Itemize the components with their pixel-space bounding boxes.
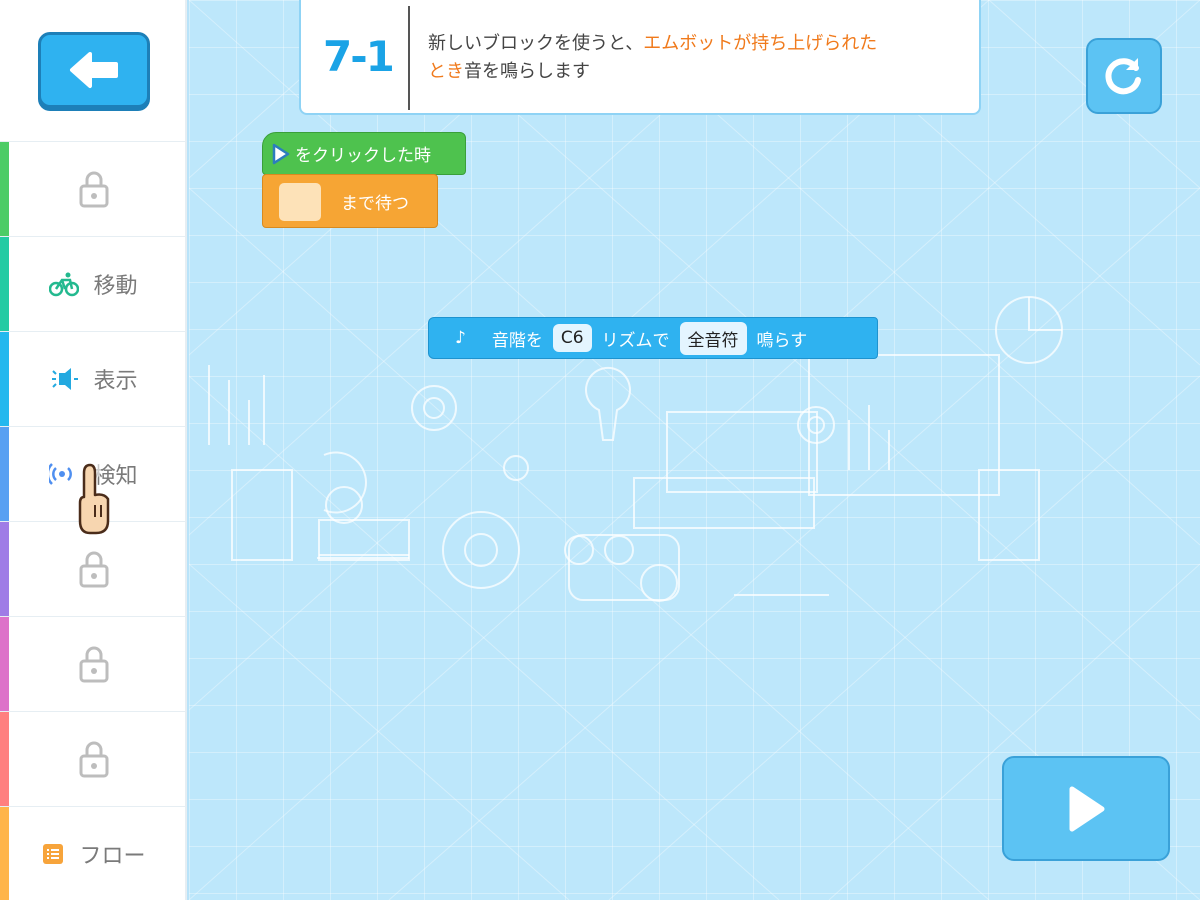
pointer-hand-icon [75, 456, 110, 535]
reset-button[interactable] [1086, 38, 1162, 114]
category-label: フロー [79, 844, 146, 869]
play-icon [1069, 786, 1105, 831]
category-label: 表示 [93, 369, 138, 394]
category-display[interactable]: 表示 [0, 331, 187, 426]
category-locked-2 [0, 521, 187, 616]
play-note-block[interactable]: ♪ 音階を C6 リズムで 全音符 鳴らす [428, 317, 878, 359]
lock-icon [79, 171, 108, 208]
bicycle-icon [49, 272, 80, 297]
light-icon [52, 368, 79, 390]
category-label: 移動 [93, 274, 138, 299]
music-note-icon: ♪ [455, 328, 466, 348]
task-text-before: 新しいブロックを使うと、 [428, 33, 644, 54]
category-color-stripe [0, 617, 9, 711]
back-arrow-icon [70, 52, 118, 88]
task-divider [408, 6, 410, 110]
hat-block-label: をクリックした時 [295, 146, 431, 166]
note-input[interactable]: C6 [552, 324, 592, 352]
run-button[interactable] [1002, 756, 1170, 861]
category-color-stripe [0, 427, 9, 521]
lock-icon [79, 551, 108, 588]
wait-until-block[interactable]: まで待つ [262, 174, 438, 228]
task-number: 7-1 [323, 32, 395, 81]
lock-icon [79, 741, 108, 778]
sound-label-play: 鳴らす [756, 330, 808, 351]
sound-label-pitch: 音階を [491, 330, 543, 351]
category-color-stripe [0, 522, 9, 616]
task-text-after: 音を鳴らします [464, 61, 590, 82]
category-color-stripe [0, 142, 9, 236]
category-color-stripe [0, 807, 9, 900]
category-locked-1 [0, 141, 187, 236]
category-locked-3 [0, 616, 187, 711]
condition-slot[interactable] [279, 183, 321, 221]
category-color-stripe [0, 237, 9, 331]
wait-block-label: まで待つ [341, 193, 409, 214]
lock-icon [79, 646, 108, 683]
category-color-stripe [0, 712, 9, 806]
category-locked-4 [0, 711, 187, 806]
back-button[interactable] [38, 32, 150, 108]
when-clicked-block[interactable]: をクリックした時 [262, 132, 466, 175]
reload-icon [1105, 58, 1141, 95]
sound-label-rhythm: リズムで [601, 330, 670, 351]
rhythm-dropdown[interactable]: 全音符 [679, 321, 747, 355]
flow-icon [43, 844, 64, 864]
category-color-stripe [0, 332, 9, 426]
task-panel: 7-1 新しいブロックを使うと、エムボットが持ち上げられたとき音を鳴らします [299, 0, 981, 115]
task-text-highlight: エムボットが持ち上げられた [643, 33, 878, 54]
category-move[interactable]: 移動 [0, 236, 187, 331]
task-description: 新しいブロックを使うと、エムボットが持ち上げられたとき音を鳴らします [428, 30, 968, 86]
category-flow[interactable]: フロー [0, 806, 187, 900]
task-text-highlight: とき [428, 61, 464, 82]
play-flag-icon [272, 143, 290, 164]
category-sidebar: 移動 表示 検知 フロー [0, 0, 187, 900]
